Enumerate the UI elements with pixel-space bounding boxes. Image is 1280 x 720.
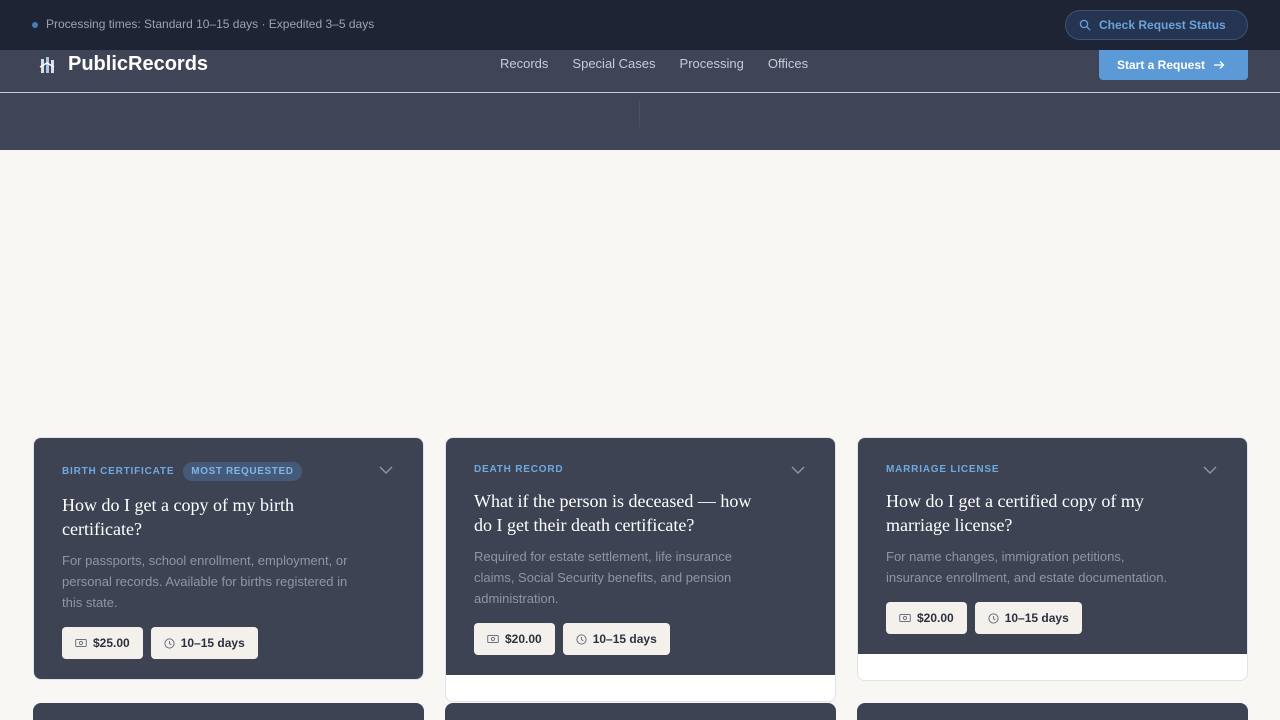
fee-value: $20.00 <box>917 611 954 625</box>
card-body: BIRTH CERTIFICATE MOST REQUESTED How do … <box>34 438 423 679</box>
time-pill: 10–15 days <box>562 623 670 655</box>
money-icon <box>487 635 499 643</box>
time-value: 10–15 days <box>180 636 245 650</box>
faq-card-birth-certificate[interactable]: BIRTH CERTIFICATE MOST REQUESTED How do … <box>33 437 424 680</box>
card-meta: $20.00 10–15 days <box>886 602 1219 654</box>
clock-icon <box>576 633 587 645</box>
faq-card-death-record[interactable]: DEATH RECORD What if the person is decea… <box>445 437 836 702</box>
card-description: Required for estate settlement, life ins… <box>474 549 732 606</box>
faq-card-partial[interactable] <box>857 703 1248 720</box>
nav-links: Records Special Cases Processing Offices <box>500 56 808 71</box>
main-navbar: PublicRecords Records Special Cases Proc… <box>0 50 1280 93</box>
card-category-tag: MARRIAGE LICENSE <box>886 463 1000 475</box>
top-info-bar: Processing times: Standard 10–15 days · … <box>0 0 1280 50</box>
most-requested-badge: MOST REQUESTED <box>183 461 302 481</box>
nav-link-records[interactable]: Records <box>500 56 548 71</box>
nav-link-special-cases[interactable]: Special Cases <box>572 56 655 71</box>
site-logo[interactable]: PublicRecords <box>68 53 208 76</box>
fee-pill: $20.00 <box>474 623 555 655</box>
faq-card-partial[interactable] <box>33 703 424 720</box>
card-tag-row: DEATH RECORD <box>474 462 807 476</box>
nav-link-processing[interactable]: Processing <box>680 56 744 71</box>
arrow-right-icon <box>1214 61 1225 69</box>
faq-card-marriage-license[interactable]: MARRIAGE LICENSE How do I get a certifie… <box>857 437 1248 681</box>
fee-pill: $20.00 <box>886 602 967 634</box>
card-footer <box>858 654 1247 680</box>
search-icon <box>1079 19 1091 31</box>
card-title: What if the person is deceased — how do … <box>474 491 752 535</box>
money-icon <box>899 614 911 622</box>
time-pill: 10–15 days <box>974 602 1082 634</box>
card-title: How do I get a certified copy of my marr… <box>886 491 1144 535</box>
card-meta: $25.00 10–15 days <box>62 627 395 679</box>
check-request-status-button[interactable]: Check Request Status <box>1065 10 1248 40</box>
chevron-down-icon[interactable] <box>1203 466 1217 474</box>
chevron-down-icon[interactable] <box>379 466 393 474</box>
time-pill: 10–15 days <box>150 627 258 659</box>
time-value: 10–15 days <box>1004 611 1069 625</box>
fee-value: $25.00 <box>93 636 130 650</box>
records-logo-icon <box>39 57 55 73</box>
card-footer <box>446 675 835 701</box>
card-body: MARRIAGE LICENSE How do I get a certifie… <box>858 438 1247 654</box>
faq-card-partial[interactable] <box>445 703 836 720</box>
card-title: How do I get a copy of my birth certific… <box>62 495 294 539</box>
start-request-button[interactable]: Start a Request <box>1099 50 1248 80</box>
card-description: For passports, school enrollment, employ… <box>62 553 348 610</box>
card-body: DEATH RECORD What if the person is decea… <box>446 438 835 675</box>
card-category-tag: BIRTH CERTIFICATE <box>62 465 175 477</box>
money-icon <box>75 639 87 647</box>
nav-link-offices[interactable]: Offices <box>768 56 808 71</box>
processing-times-text: Processing times: Standard 10–15 days · … <box>46 17 375 31</box>
start-request-label: Start a Request <box>1117 58 1206 72</box>
time-value: 10–15 days <box>592 632 657 646</box>
hero-divider <box>639 101 640 127</box>
card-description: For name changes, immigration petitions,… <box>886 549 1168 585</box>
hero-strip <box>0 93 1280 150</box>
fee-pill: $25.00 <box>62 627 143 659</box>
chevron-down-icon[interactable] <box>791 466 805 474</box>
card-tag-row: MARRIAGE LICENSE <box>886 462 1219 476</box>
card-meta: $20.00 10–15 days <box>474 623 807 675</box>
status-dot <box>32 22 38 28</box>
clock-icon <box>164 637 175 649</box>
check-request-status-label: Check Request Status <box>1099 18 1226 32</box>
fee-value: $20.00 <box>505 632 542 646</box>
card-tag-row: BIRTH CERTIFICATE MOST REQUESTED <box>62 461 395 481</box>
card-category-tag: DEATH RECORD <box>474 463 564 475</box>
clock-icon <box>988 612 999 624</box>
